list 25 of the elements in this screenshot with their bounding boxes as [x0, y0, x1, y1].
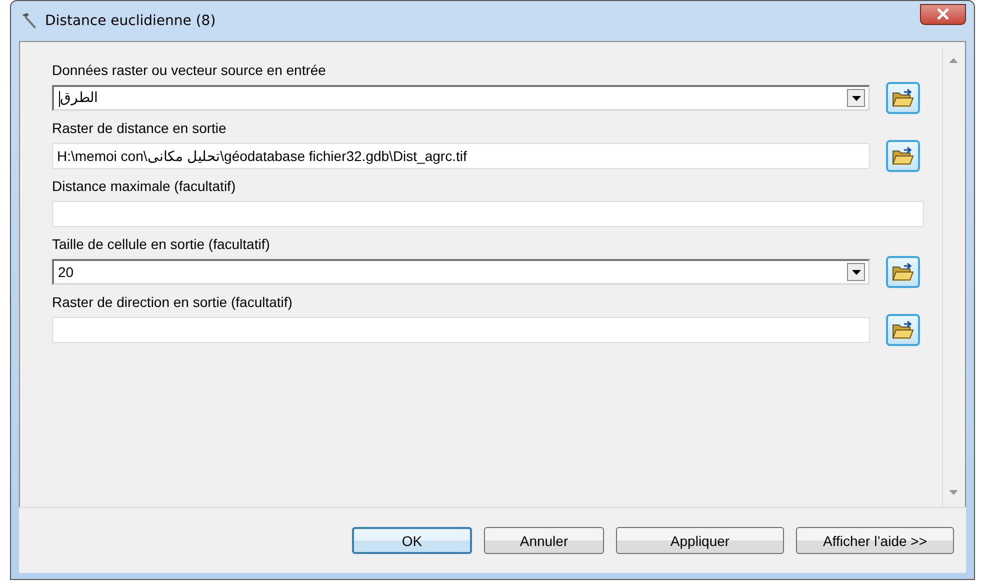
- field-label: Taille de cellule en sortie (facultatif): [52, 235, 271, 254]
- field-label: Raster de direction en sortie (facultatif): [52, 293, 294, 312]
- folder-icon: [891, 319, 915, 341]
- close-button[interactable]: [920, 4, 966, 24]
- browse-folder-button[interactable]: [886, 140, 920, 172]
- dialog-button[interactable]: Appliquer: [616, 527, 784, 554]
- folder-icon: [891, 87, 915, 109]
- field-label: Données raster ou vecteur source en entrée: [52, 61, 327, 80]
- input-field[interactable]: [52, 317, 870, 343]
- browse-folder-button[interactable]: [886, 256, 920, 288]
- dropdown-field[interactable]: 20: [52, 259, 870, 285]
- window-title: Distance euclidienne (8): [45, 13, 216, 29]
- dialog-button[interactable]: Annuler: [484, 527, 604, 554]
- input-field[interactable]: H:\memoi con\تحليل مكانى\géodatabase fichier32.gdb\Dist_agrc.tif: [52, 143, 870, 169]
- folder-icon: [891, 261, 915, 283]
- close-icon: [936, 8, 950, 20]
- dropdown-field[interactable]: الطرق: [52, 85, 870, 111]
- dialog-button[interactable]: OK: [352, 527, 472, 554]
- browse-folder-button[interactable]: [886, 82, 920, 114]
- field-label: Distance maximale (facultatif): [52, 177, 237, 196]
- dialog-button[interactable]: Afficher l’aide >>: [796, 527, 954, 554]
- input-field[interactable]: [52, 201, 924, 227]
- folder-icon: [891, 145, 915, 167]
- browse-folder-button[interactable]: [886, 314, 920, 346]
- field-label: Raster de distance en sortie: [52, 119, 228, 138]
